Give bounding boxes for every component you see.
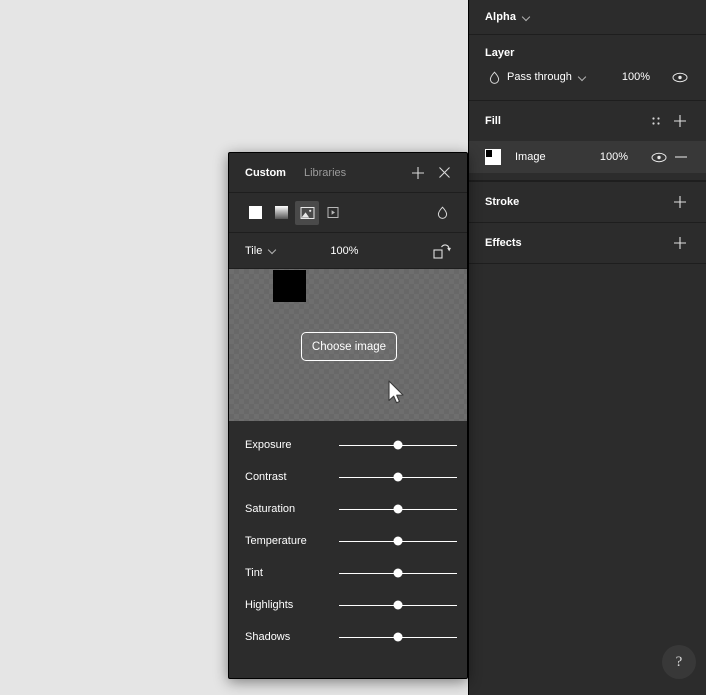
adjustment-highlights: Highlights — [229, 589, 467, 621]
layer-section-title: Layer — [485, 47, 515, 59]
fill-section-spacer — [469, 173, 706, 181]
saturation-slider[interactable] — [339, 501, 457, 517]
plus-icon[interactable] — [668, 190, 692, 214]
properties-panel: Alpha Layer Pass through 100% Fill Image… — [468, 0, 706, 695]
slider-handle[interactable] — [393, 632, 403, 642]
slider-handle[interactable] — [393, 536, 403, 546]
fill-item-label: Image — [515, 151, 546, 163]
contrast-slider[interactable] — [339, 469, 457, 485]
alpha-section: Alpha — [469, 0, 706, 35]
image-preview-area[interactable]: Choose image — [229, 269, 467, 421]
layer-opacity-value[interactable]: 100% — [622, 71, 650, 83]
scale-value[interactable]: 100% — [330, 245, 358, 257]
eye-icon[interactable] — [668, 65, 692, 89]
adjustment-saturation: Saturation — [229, 493, 467, 525]
gradient-fill-type[interactable] — [269, 201, 293, 225]
eye-icon[interactable] — [648, 145, 670, 169]
adjustment-exposure: Exposure — [229, 429, 467, 461]
image-thumbnail — [273, 270, 306, 302]
adjustment-label: Exposure — [245, 439, 292, 451]
adjustment-tint: Tint — [229, 557, 467, 589]
adjustment-contrast: Contrast — [229, 461, 467, 493]
fill-item-image[interactable]: Image 100% — [469, 141, 706, 173]
adjustment-label: Highlights — [245, 599, 294, 611]
solid-square-icon — [248, 206, 262, 219]
image-swatch[interactable] — [485, 149, 501, 165]
slider-handle[interactable] — [393, 504, 403, 514]
slider-handle[interactable] — [393, 440, 403, 450]
video-fill-type[interactable] — [321, 201, 345, 225]
fill-section-title: Fill — [485, 115, 501, 127]
adjustment-label: Contrast — [245, 471, 287, 483]
stroke-section: Stroke — [469, 182, 706, 223]
fill-section: Fill Image 100% — [469, 101, 706, 182]
slider-handle[interactable] — [393, 600, 403, 610]
shadows-slider[interactable] — [339, 629, 457, 645]
image-icon — [300, 206, 314, 219]
help-button[interactable]: ? — [662, 645, 696, 679]
minus-icon[interactable] — [670, 145, 692, 169]
fill-style-icon[interactable] — [644, 109, 668, 133]
droplet-icon[interactable] — [429, 200, 455, 226]
slider-handle[interactable] — [393, 472, 403, 482]
adjustment-label: Shadows — [245, 631, 291, 643]
chevron-down-icon — [523, 13, 532, 22]
adjustment-label: Saturation — [245, 503, 296, 515]
scale-mode-row: Tile 100% — [229, 233, 467, 269]
slider-handle[interactable] — [393, 568, 403, 578]
layer-blend-row: Pass through 100% — [469, 61, 706, 93]
fill-type-selector — [229, 193, 467, 233]
plus-icon[interactable] — [668, 109, 692, 133]
highlights-slider[interactable] — [339, 597, 457, 613]
adjustment-shadows: Shadows — [229, 621, 467, 653]
adjustment-temperature: Temperature — [229, 525, 467, 557]
effects-section: Effects — [469, 223, 706, 264]
plus-icon[interactable] — [668, 231, 692, 255]
plus-icon[interactable] — [405, 160, 431, 186]
chevron-down-icon — [269, 246, 278, 255]
tint-slider[interactable] — [339, 565, 457, 581]
image-fill-dialog: Custom Libraries Tile 100% Choose image … — [228, 152, 468, 679]
alpha-label: Alpha — [485, 11, 517, 23]
adjustments-list: Exposure Contrast Saturation Temperature — [229, 421, 467, 653]
fill-section-header: Fill — [469, 101, 706, 141]
image-fill-type[interactable] — [295, 200, 319, 225]
video-icon — [327, 207, 339, 218]
effects-section-header: Effects — [469, 223, 706, 263]
effects-section-title: Effects — [485, 237, 522, 249]
close-icon[interactable] — [431, 160, 457, 186]
exposure-slider[interactable] — [339, 437, 457, 453]
chevron-down-icon — [579, 73, 588, 82]
solid-fill-type[interactable] — [243, 201, 267, 225]
stroke-section-header: Stroke — [469, 182, 706, 222]
adjustment-label: Temperature — [245, 535, 307, 547]
tab-custom[interactable]: Custom — [245, 167, 286, 179]
gradient-square-icon — [274, 206, 288, 219]
temperature-slider[interactable] — [339, 533, 457, 549]
tab-libraries[interactable]: Libraries — [304, 167, 346, 179]
rotate-icon[interactable] — [429, 238, 455, 264]
layer-section: Layer Pass through 100% — [469, 35, 706, 101]
choose-image-button[interactable]: Choose image — [301, 332, 397, 361]
scale-mode-label[interactable]: Tile — [245, 245, 262, 257]
droplet-icon[interactable] — [483, 70, 505, 84]
blend-mode-value[interactable]: Pass through — [507, 71, 572, 83]
adjustment-label: Tint — [245, 567, 263, 579]
alpha-dropdown[interactable]: Alpha — [469, 0, 706, 34]
stroke-section-title: Stroke — [485, 196, 520, 208]
fill-item-opacity[interactable]: 100% — [600, 151, 628, 163]
dialog-header: Custom Libraries — [229, 153, 467, 193]
